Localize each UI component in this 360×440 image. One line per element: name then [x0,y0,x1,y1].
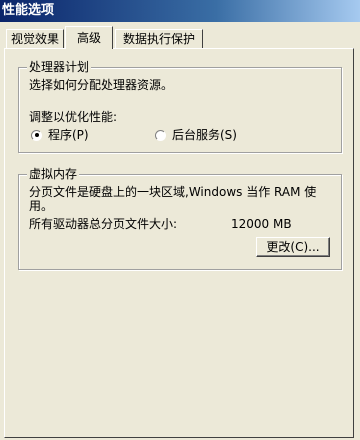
processor-scheduling-group: 处理器计划 选择如何分配处理器资源。 调整以优化性能: 程序(P) 后台服务(S… [18,60,342,153]
background-services-radio[interactable] [155,129,166,141]
programs-radio-option[interactable]: 程序(P) [31,128,89,142]
tab-advanced[interactable]: 高级 [65,26,113,49]
total-paging-file-label: 所有驱动器总分页文件大小: [29,217,178,231]
performance-options-window: 性能选项 视觉效果 高级 数据执行保护 处理器计划 选择如何分配处理器资源。 调… [0,0,360,440]
background-services-radio-option[interactable]: 后台服务(S) [155,128,237,142]
virtual-memory-group: 虚拟内存 分页文件是硬盘上的一块区域,Windows 当作 RAM 使用。 所有… [18,167,342,270]
tab-strip: 视觉效果 高级 数据执行保护 [6,26,356,49]
programs-radio[interactable] [31,129,42,141]
change-button[interactable]: 更改(C)... [256,237,330,257]
processor-scheduling-title: 处理器计划 [27,60,92,74]
total-paging-file-size: 12000 MB [231,217,292,231]
tab-data-execution-prevention[interactable]: 数据执行保护 [115,29,203,48]
optimize-performance-label: 调整以优化性能: [29,110,118,124]
programs-radio-label: 程序(P) [48,128,89,142]
background-services-radio-label: 后台服务(S) [172,128,237,142]
window-title: 性能选项 [0,0,360,22]
processor-description: 选择如何分配处理器资源。 [29,78,174,92]
advanced-tab-panel: 处理器计划 选择如何分配处理器资源。 调整以优化性能: 程序(P) 后台服务(S… [4,48,354,438]
virtual-memory-title: 虚拟内存 [27,167,80,181]
tab-visual-effects[interactable]: 视觉效果 [6,29,64,48]
virtual-memory-description: 分页文件是硬盘上的一块区域,Windows 当作 RAM 使用。 [29,185,317,213]
